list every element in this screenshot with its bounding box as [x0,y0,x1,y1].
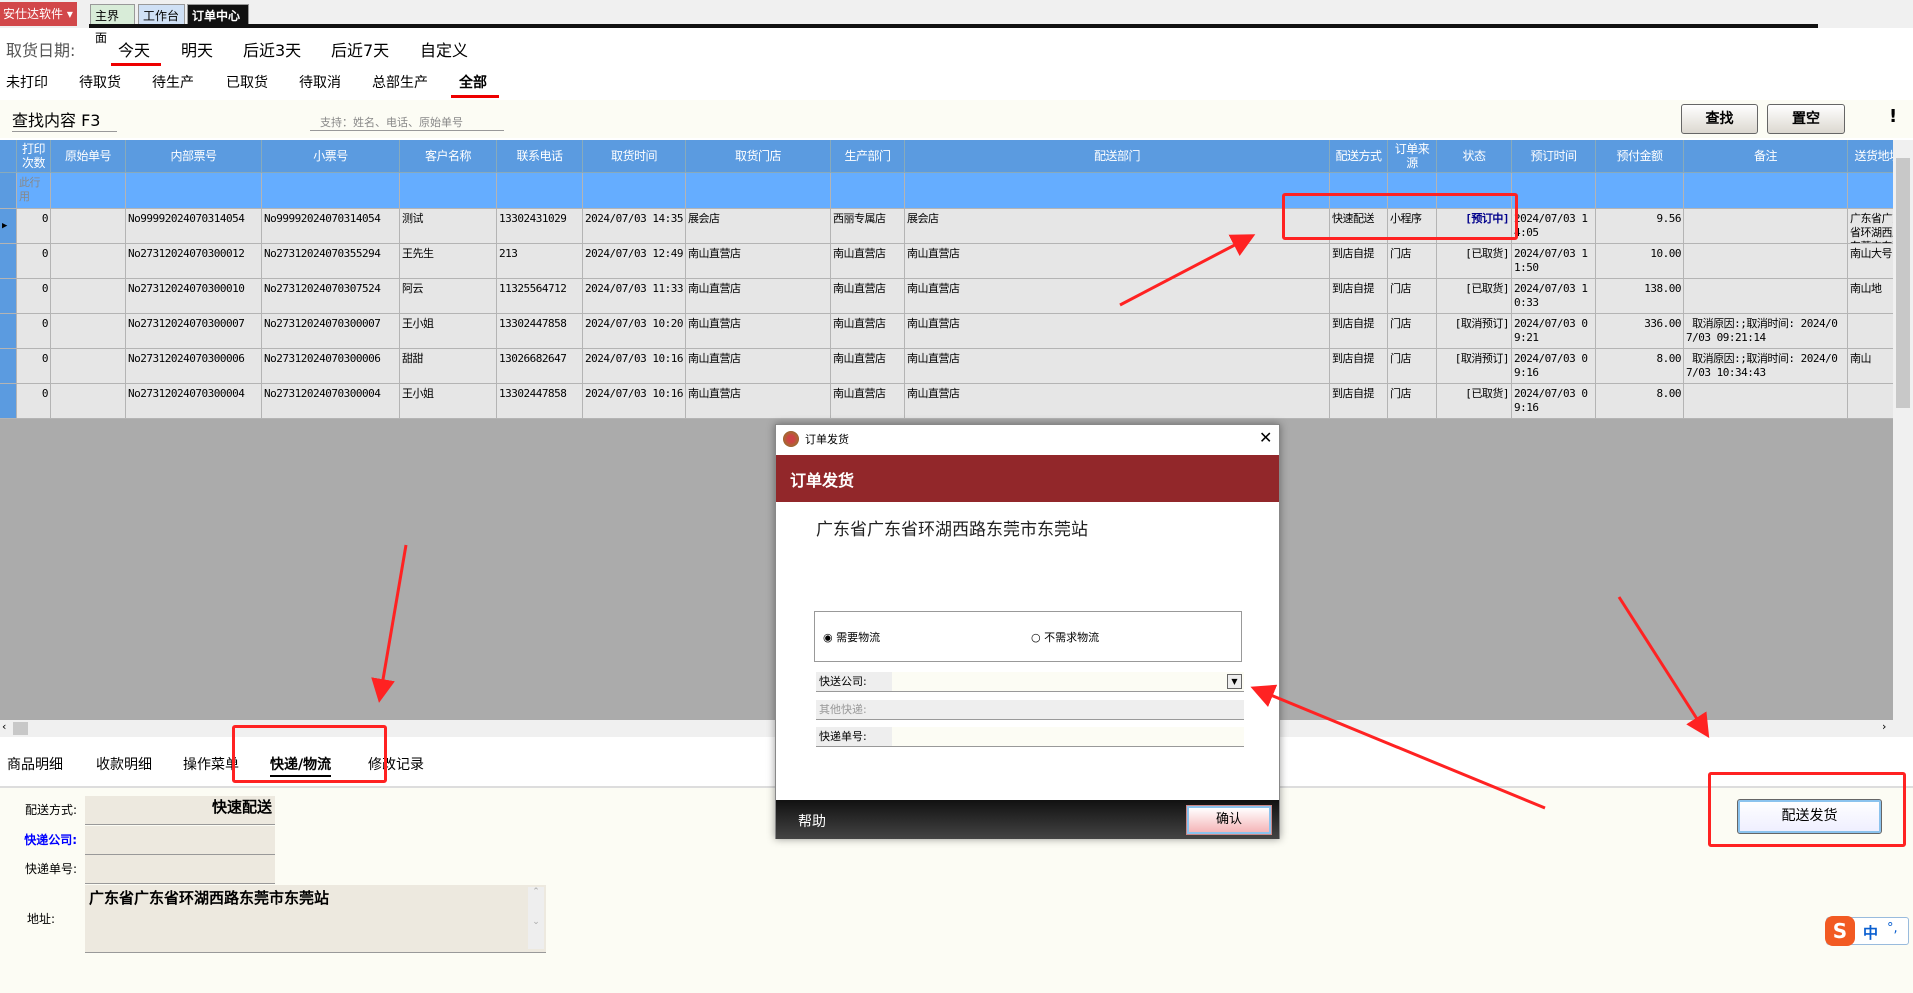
annotation-arrow [1617,596,1710,739]
annotation-arrow [1119,234,1256,307]
annotation-arrow [1250,684,1546,810]
annotation-arrow [371,544,408,703]
annotation-arrows [371,234,1710,810]
